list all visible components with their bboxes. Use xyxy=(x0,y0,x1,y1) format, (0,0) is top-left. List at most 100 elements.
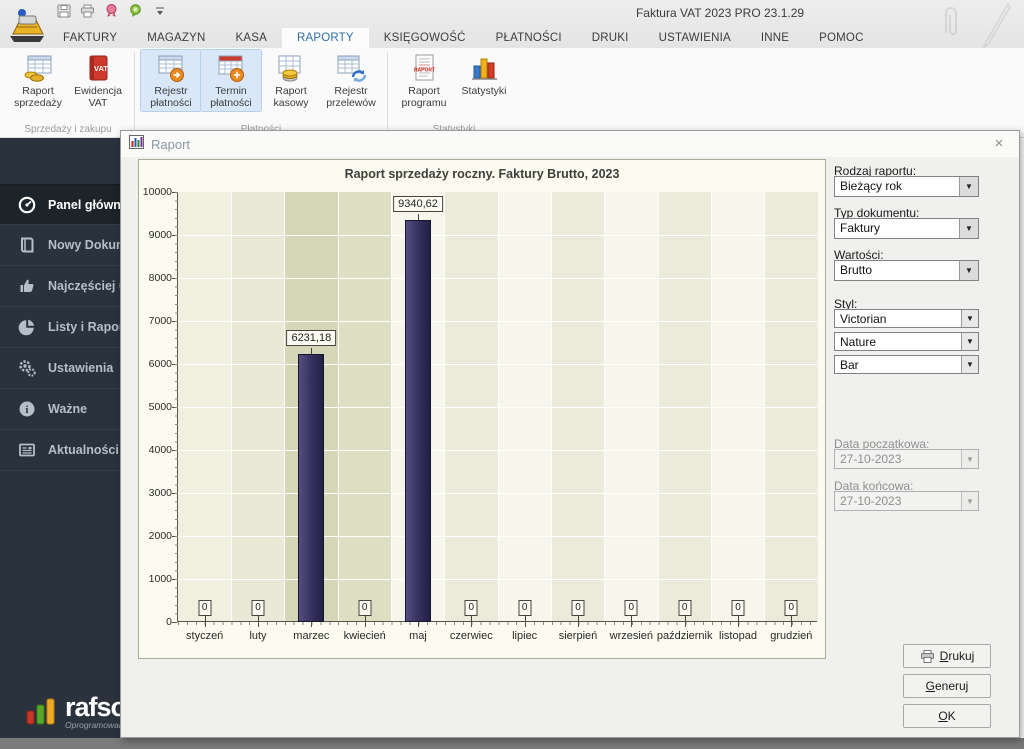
y-axis-tick-label: 6000 xyxy=(138,358,172,370)
x-axis-category-label: sierpień xyxy=(559,630,598,642)
chevron-down-icon[interactable]: ▼ xyxy=(959,261,978,280)
tab-inne[interactable]: INNE xyxy=(746,28,804,48)
value-label-connector xyxy=(258,616,259,622)
button-label: OK xyxy=(938,709,955,723)
tab-pomoc[interactable]: POMOC xyxy=(804,28,878,48)
chevron-down-icon[interactable]: ▼ xyxy=(959,219,978,238)
chevron-down-icon[interactable]: ▼ xyxy=(961,356,978,373)
zero-value-label: 0 xyxy=(198,600,211,616)
x-axis-category-label: styczeń xyxy=(186,630,223,642)
button-label: Drukuj xyxy=(940,649,975,663)
ribbon-button-ewidencja-vat[interactable]: VATEwidencja VAT xyxy=(68,50,128,111)
ribbon-button-raport-kasowy[interactable]: Raport kasowy xyxy=(261,50,321,111)
chart-plot-area: 0100020003000400050006000700080009000100… xyxy=(177,192,817,622)
combo-rodzaj-raportu-value: Bieżący rok xyxy=(835,177,959,196)
thumb-up-icon xyxy=(18,277,36,295)
generuj-button[interactable]: Generuj xyxy=(903,674,991,698)
award-icon[interactable] xyxy=(128,3,143,18)
ribbon-button-termin-platnosci[interactable]: Termin płatności xyxy=(201,50,261,111)
table-coins2-icon xyxy=(275,53,307,83)
report-dialog: Raport × Raport sprzedaży roczny. Faktur… xyxy=(120,130,1020,738)
gridline xyxy=(178,235,817,236)
badge-icon[interactable] xyxy=(104,3,119,18)
tab-faktury[interactable]: FAKTURY xyxy=(48,28,132,48)
gridline xyxy=(178,536,817,537)
app-menu-icon[interactable] xyxy=(5,3,49,47)
bar-value-label: 6231,18 xyxy=(286,330,336,346)
combo-wartosci-value: Brutto xyxy=(835,261,959,280)
chevron-down-icon: ▼ xyxy=(961,450,978,468)
drukuj-button[interactable]: Drukuj xyxy=(903,644,991,668)
x-axis-major-tick xyxy=(365,622,366,627)
value-label-connector xyxy=(471,616,472,622)
svg-text:RAPORT: RAPORT xyxy=(414,68,435,74)
ribbon-group-buttons: Rejestr płatnościTermin płatnościRaport … xyxy=(141,50,381,111)
tab-kasa[interactable]: KASA xyxy=(221,28,282,48)
y-axis-tick-label: 9000 xyxy=(138,229,172,241)
dialog-chart-icon xyxy=(129,135,144,154)
tab-raporty[interactable]: RAPORTY xyxy=(282,28,369,48)
x-axis-major-tick xyxy=(311,622,312,627)
ribbon-button-label: Raport programu xyxy=(395,85,453,109)
y-axis-tick-label: 4000 xyxy=(138,444,172,456)
ribbon-button-rejestr-platnosci[interactable]: Rejestr płatności xyxy=(141,50,201,111)
decorative-watermarks xyxy=(938,2,1018,48)
y-axis-tick-label: 5000 xyxy=(138,401,172,413)
ribbon-group-label: Sprzedaży i zakupu xyxy=(4,124,132,135)
chevron-down-icon[interactable]: ▼ xyxy=(961,333,978,350)
tab-magazyn[interactable]: MAGAZYN xyxy=(132,28,220,48)
book-icon xyxy=(18,236,36,254)
chevron-down-icon[interactable]: ▼ xyxy=(959,177,978,196)
zero-value-label: 0 xyxy=(785,600,798,616)
tab-ustawienia[interactable]: USTAWIENIA xyxy=(644,28,746,48)
tab-platnosci[interactable]: PŁATNOŚCI xyxy=(481,28,577,48)
style-combo-bar[interactable]: Bar▼ xyxy=(834,355,979,374)
save-icon[interactable] xyxy=(56,3,71,18)
style-combo-victorian[interactable]: Victorian▼ xyxy=(834,309,979,328)
tab-druki[interactable]: DRUKI xyxy=(577,28,644,48)
combo-wartosci[interactable]: Brutto▼ xyxy=(834,260,979,281)
print-icon[interactable] xyxy=(80,3,95,18)
zero-value-label: 0 xyxy=(252,600,265,616)
chevron-down-icon[interactable]: ▼ xyxy=(961,310,978,327)
value-label-connector xyxy=(738,616,739,622)
x-axis-category-label: luty xyxy=(249,630,266,642)
date-combo-data-poczatkowa: 27-10-2023▼ xyxy=(834,449,979,469)
zero-value-label: 0 xyxy=(625,600,638,616)
combo-rodzaj-raportu[interactable]: Bieżący rok▼ xyxy=(834,176,979,197)
value-label-connector xyxy=(311,348,312,354)
pencil-icon xyxy=(974,2,1014,53)
close-icon[interactable]: × xyxy=(989,134,1009,154)
ribbon-button-raport-sprzedazy[interactable]: Raport sprzedaży xyxy=(8,50,68,111)
date-combo-data-koncowa-value: 27-10-2023 xyxy=(835,492,961,510)
x-axis-major-tick xyxy=(471,622,472,627)
tab-ksiegowosc[interactable]: KSIĘGOWOŚĆ xyxy=(369,28,481,48)
style-combo-nature[interactable]: Nature▼ xyxy=(834,332,979,351)
ribbon-tab-bar: FAKTURYMAGAZYNKASARAPORTYKSIĘGOWOŚĆPŁATN… xyxy=(48,28,879,48)
brand-logo: rafso Oprogramowanie xyxy=(26,695,130,730)
x-axis-major-tick xyxy=(578,622,579,627)
title-bar: Faktura VAT 2023 PRO 23.1.29 FAKTURYMAGA… xyxy=(0,0,1024,48)
x-axis-major-tick xyxy=(738,622,739,627)
zero-value-label: 0 xyxy=(678,600,691,616)
toolbar-options-icon[interactable] xyxy=(152,3,167,18)
button-label: Generuj xyxy=(926,679,969,693)
ribbon-group-buttons: RAPORT Raport programuStatystyki xyxy=(394,50,514,111)
y-axis-tick-label: 7000 xyxy=(138,315,172,327)
paperclip-icon xyxy=(938,3,964,52)
x-axis-category-label: listopad xyxy=(719,630,757,642)
gears-icon xyxy=(18,359,36,377)
ribbon-button-statystyki[interactable]: Statystyki xyxy=(454,50,514,99)
ok-button[interactable]: OK xyxy=(903,704,991,728)
date-combo-data-koncowa: 27-10-2023▼ xyxy=(834,491,979,511)
ribbon-button-rejestr-przelewow[interactable]: Rejestr przelewów xyxy=(321,50,381,111)
y-axis-minor-ticks xyxy=(175,192,178,622)
x-axis-category-label: październik xyxy=(657,630,713,642)
calendar-arrow-icon xyxy=(215,53,247,83)
ribbon-button-raport-programu[interactable]: RAPORT Raport programu xyxy=(394,50,454,111)
news-icon xyxy=(18,441,36,459)
combo-typ-dokumentu[interactable]: Faktury▼ xyxy=(834,218,979,239)
x-axis-major-tick xyxy=(631,622,632,627)
ribbon-button-label: Rejestr przelewów xyxy=(322,85,380,109)
gridline xyxy=(178,278,817,279)
